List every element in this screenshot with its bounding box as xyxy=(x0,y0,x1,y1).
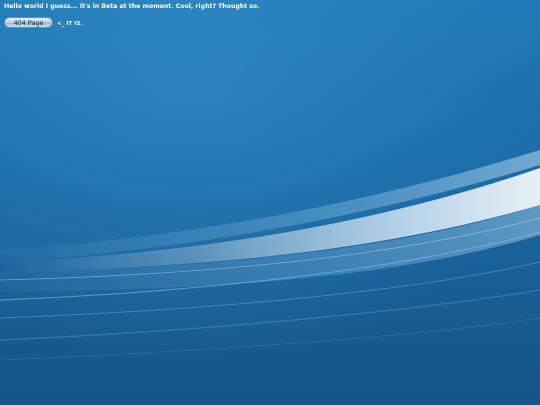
desktop-wallpaper xyxy=(0,0,540,405)
beta-message: Hello world I guess... it's in Beta at t… xyxy=(4,3,260,10)
it-is-note: <_ IT IS. xyxy=(57,21,83,27)
404-page-button[interactable]: 404 Page xyxy=(4,17,53,28)
404-page-button-label: 404 Page xyxy=(13,18,44,27)
